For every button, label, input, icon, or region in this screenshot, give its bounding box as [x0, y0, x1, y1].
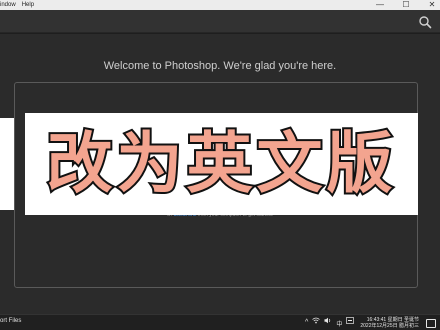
- chevron-up-icon[interactable]: ^: [305, 316, 308, 330]
- overlay-text: 改为英文版: [45, 125, 397, 202]
- maximize-button[interactable]: ☐: [400, 0, 412, 10]
- close-button[interactable]: ✕: [426, 0, 438, 10]
- clock-date: 2022年12月25日 腊月初三: [360, 323, 419, 329]
- window-controls: — ☐ ✕: [374, 0, 438, 10]
- notification-icon[interactable]: [426, 318, 436, 328]
- input-language-indicator[interactable]: 中: [336, 319, 342, 328]
- title-bar: indow Help — ☐ ✕: [0, 0, 440, 10]
- taskbar-app-label[interactable]: ort Files: [0, 318, 21, 324]
- system-tray: ^ 中 16:43:41 星期日 圣诞节 2022年12月25日 腊月初三: [305, 316, 436, 330]
- search-button[interactable]: [418, 15, 432, 29]
- ime-icon[interactable]: [346, 316, 355, 330]
- recent-file-card[interactable]: [0, 118, 14, 210]
- search-icon: [419, 16, 432, 29]
- menu-item-help[interactable]: Help: [22, 0, 34, 10]
- system-clock[interactable]: 16:43:41 星期日 圣诞节 2022年12月25日 腊月初三: [360, 317, 419, 329]
- overlay-banner: 改为英文版: [25, 113, 418, 215]
- menu-item-window[interactable]: indow: [0, 0, 16, 10]
- taskbar: ort Files ^ 中 16:43:41 星期日 圣诞节 2022年12月2…: [0, 314, 440, 330]
- options-bar: [0, 10, 440, 33]
- menu-bar: indow Help: [0, 0, 34, 10]
- minimize-button[interactable]: —: [374, 0, 386, 10]
- welcome-heading: Welcome to Photoshop. We're glad you're …: [103, 60, 337, 72]
- volume-icon[interactable]: [324, 316, 332, 330]
- wifi-icon[interactable]: [312, 316, 321, 330]
